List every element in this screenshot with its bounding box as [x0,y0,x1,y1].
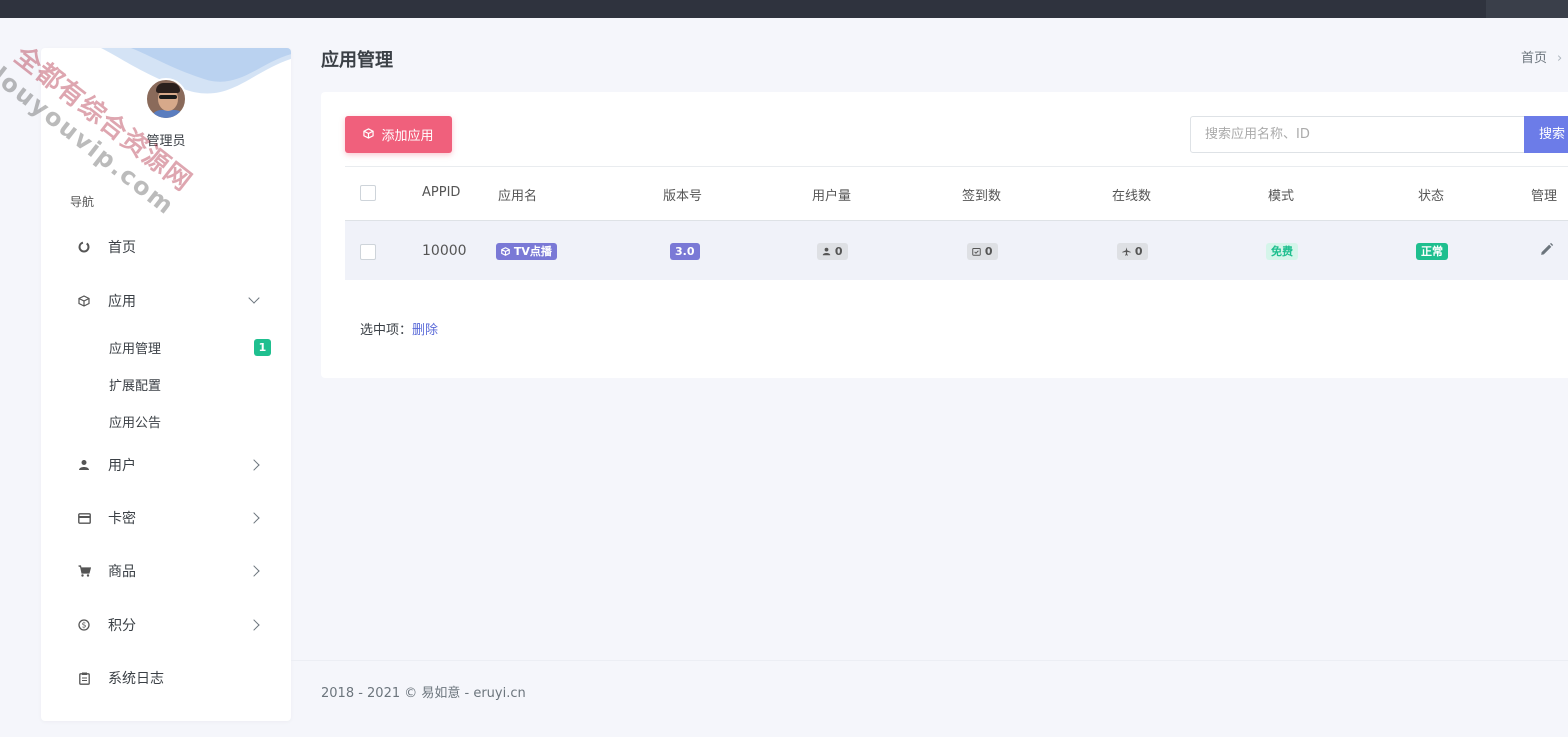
clipboard-icon [77,671,91,685]
column-header-name[interactable]: 应用名 [498,185,537,204]
chevron-right-icon [248,619,260,631]
search-button[interactable]: 搜索 [1524,116,1568,153]
sidebar-item-points[interactable]: $ 积分 [41,607,291,643]
delete-selected-link[interactable]: 删除 [412,323,438,338]
cube-icon [77,294,91,308]
column-header-mode[interactable]: 模式 [1268,185,1294,204]
breadcrumb: 首页 › [1521,47,1562,66]
add-app-label: 添加应用 [381,129,434,144]
app-list-card: 添加应用 搜索应用名称、ID 搜索 APPID 应用名 版本号 用户量 签到数 … [321,92,1568,378]
avatar[interactable] [145,78,187,120]
card-icon [77,511,91,525]
users-count-badge: 0 [817,243,848,260]
sidebar-item-label: 用户 [108,458,136,474]
footer-divider [291,660,1568,661]
column-header-status[interactable]: 状态 [1418,185,1444,204]
column-header-appid[interactable]: APPID [422,185,460,200]
sidebar-item-apps[interactable]: 应用 [41,283,291,319]
edit-icon[interactable] [1539,242,1554,261]
cube-icon [501,245,510,258]
sidebar-item-label: 首页 [108,240,136,256]
selected-actions: 选中项：删除 [360,319,438,338]
plane-icon [1122,245,1131,258]
top-bar-right[interactable] [1486,0,1568,18]
mode-badge: 免费 [1266,243,1298,260]
page-title: 应用管理 [321,50,393,71]
column-header-version[interactable]: 版本号 [663,185,702,204]
sidebar-item-label: 卡密 [108,511,136,527]
version-badge: 3.0 [670,243,700,260]
cube-icon [363,127,375,142]
sidebar-item-label: 商品 [108,564,136,580]
row-checkbox[interactable] [360,244,376,260]
top-bar [0,0,1568,18]
add-app-button[interactable]: 添加应用 [345,116,452,153]
chevron-right-icon [248,459,260,471]
sidebar-item-label: 系统日志 [108,671,164,687]
sidebar-item-products[interactable]: 商品 [41,553,291,589]
sidebar-wave-decoration [101,48,291,94]
chevron-right-icon [248,565,260,577]
column-header-users[interactable]: 用户量 [812,185,851,204]
coin-icon: $ [77,618,91,632]
column-header-checkins[interactable]: 签到数 [962,185,1001,204]
sidebar: 管理员 导航 首页 应用 应用管理 1 扩展配置 应用公告 用户 卡密 商品 $… [41,48,291,721]
footer-copyright: 2018 - 2021 © 易如意 - eruyi.cn [321,686,526,701]
status-badge: 正常 [1416,243,1448,260]
sidebar-item-label: 积分 [108,618,136,634]
app-name-tag[interactable]: TV点播 [496,243,557,260]
sidebar-item-label: 应用 [108,294,136,310]
chevron-down-icon [248,292,260,304]
dashboard-icon [77,240,91,254]
count-badge: 1 [254,339,271,356]
svg-text:$: $ [82,621,87,630]
sidebar-subitem-app-notice[interactable]: 应用公告 [109,412,161,431]
user-icon [77,458,91,472]
checkins-count: 0 [984,245,993,258]
app-name-label: TV点播 [513,245,552,258]
sidebar-subitem-extension-config[interactable]: 扩展配置 [109,375,161,394]
online-count: 0 [1134,245,1143,258]
selected-label: 选中项： [360,323,413,338]
column-header-manage: 管理 [1531,189,1558,204]
users-count: 0 [834,245,843,258]
cell-appid: 10000 [422,243,467,259]
table-top-divider [345,166,1568,167]
user-icon [822,245,831,258]
calendar-check-icon [972,245,981,258]
select-all-checkbox[interactable] [360,185,376,201]
sidebar-item-home[interactable]: 首页 [41,229,291,265]
breadcrumb-home-link[interactable]: 首页 [1521,51,1547,66]
sidebar-item-system-log[interactable]: 系统日志 [41,660,291,696]
column-header-online[interactable]: 在线数 [1112,185,1151,204]
chevron-right-icon [248,512,260,524]
nav-heading: 导航 [70,195,95,209]
breadcrumb-separator-icon: › [1557,51,1563,66]
search-input[interactable]: 搜索应用名称、ID [1190,116,1525,153]
user-name: 管理员 [146,134,186,149]
sidebar-item-users[interactable]: 用户 [41,447,291,483]
sidebar-subitem-app-management[interactable]: 应用管理 [109,338,161,357]
online-count-badge: 0 [1117,243,1148,260]
cart-icon [77,564,91,578]
sidebar-item-cards[interactable]: 卡密 [41,500,291,536]
checkins-count-badge: 0 [967,243,998,260]
